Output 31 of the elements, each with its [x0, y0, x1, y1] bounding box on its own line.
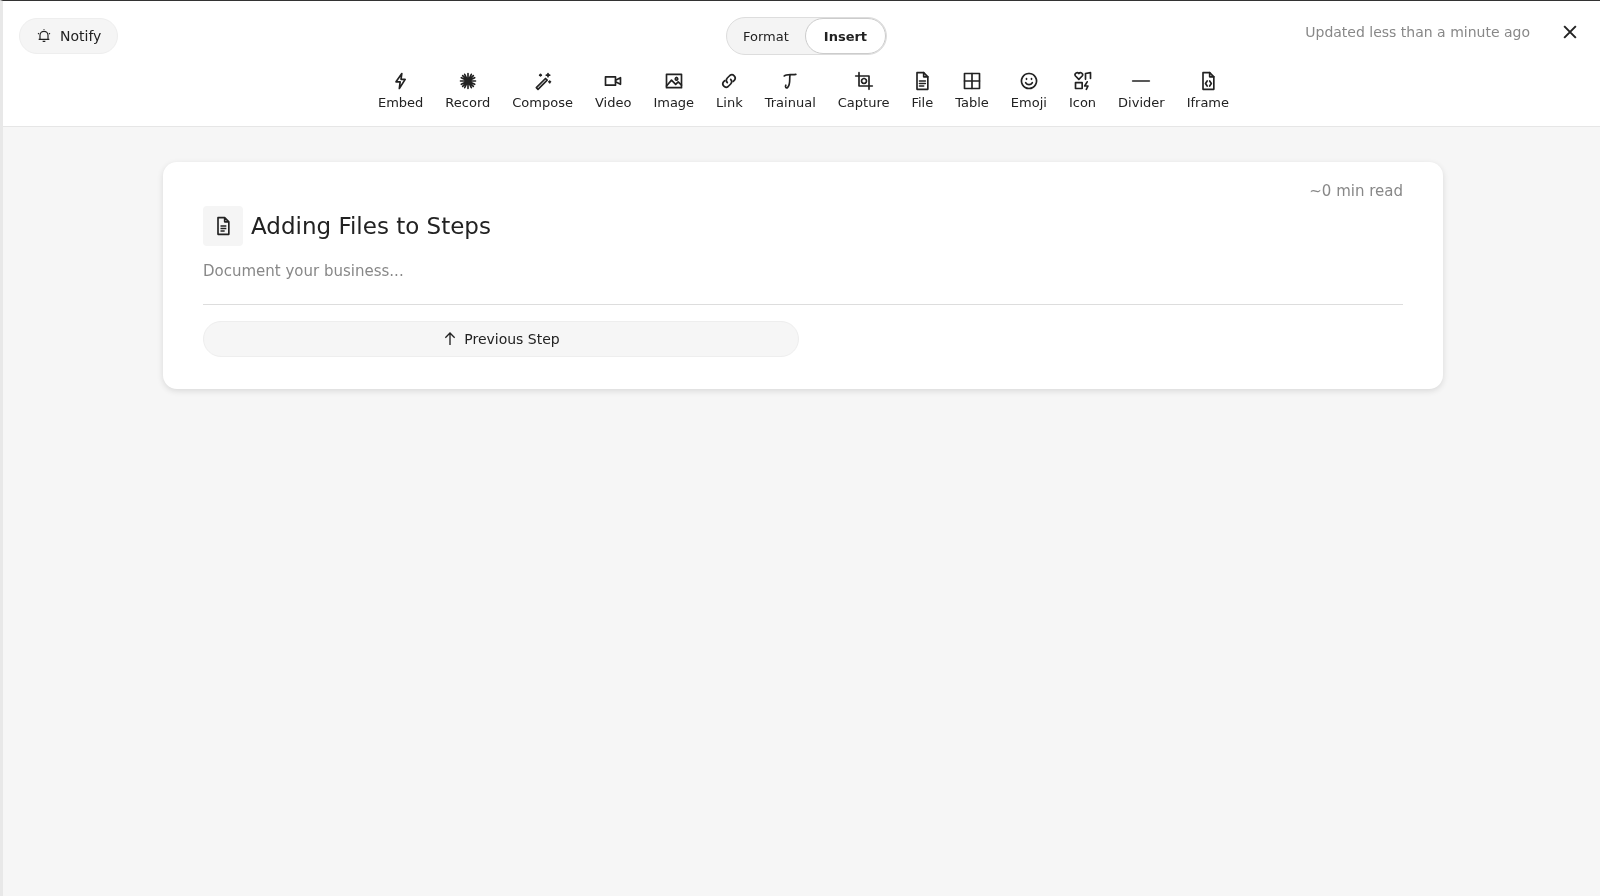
insert-tool-button[interactable]: Capture — [833, 71, 894, 110]
icon-set-icon — [1072, 71, 1093, 91]
horizontal-line-icon — [1131, 79, 1152, 83]
crop-icon — [853, 71, 874, 91]
insert-tool-button[interactable]: File — [907, 71, 938, 110]
insert-tool-button[interactable]: Trainual — [760, 71, 820, 110]
step-title: Adding Files to Steps — [251, 213, 491, 239]
read-time: ~0 min read — [1309, 182, 1403, 200]
burst-icon — [457, 71, 478, 91]
notify-button[interactable]: Notify — [19, 18, 119, 54]
insert-tool-button[interactable]: Emoji — [1006, 71, 1051, 110]
insert-tool-button[interactable]: Iframe — [1182, 71, 1233, 110]
document-icon — [203, 206, 243, 246]
insert-tool-button[interactable]: Icon — [1064, 71, 1101, 110]
insert-tool-button[interactable]: Record — [441, 71, 495, 110]
insert-tool-button[interactable]: Link — [712, 71, 747, 110]
image-icon — [663, 71, 684, 91]
previous-step-button[interactable]: Previous Step — [203, 321, 799, 357]
insert-tool-button[interactable]: Compose — [508, 71, 577, 110]
table-icon — [962, 71, 983, 91]
insert-tool-button[interactable]: Divider — [1114, 71, 1169, 110]
step-body-field[interactable]: Document your business... — [203, 252, 1403, 290]
mode-tab[interactable]: Insert — [804, 18, 887, 54]
smiley-icon — [1018, 71, 1039, 91]
bell-icon — [36, 28, 52, 44]
insert-tool-button[interactable]: Embed — [373, 71, 428, 110]
update-status: Updated less than a minute ago — [1305, 24, 1530, 40]
insert-tool-button[interactable]: Video — [590, 71, 636, 110]
insert-tool-button[interactable]: Image — [649, 71, 699, 110]
mode-tab[interactable]: Format — [727, 18, 805, 54]
insert-tool-button[interactable]: Table — [951, 71, 993, 110]
